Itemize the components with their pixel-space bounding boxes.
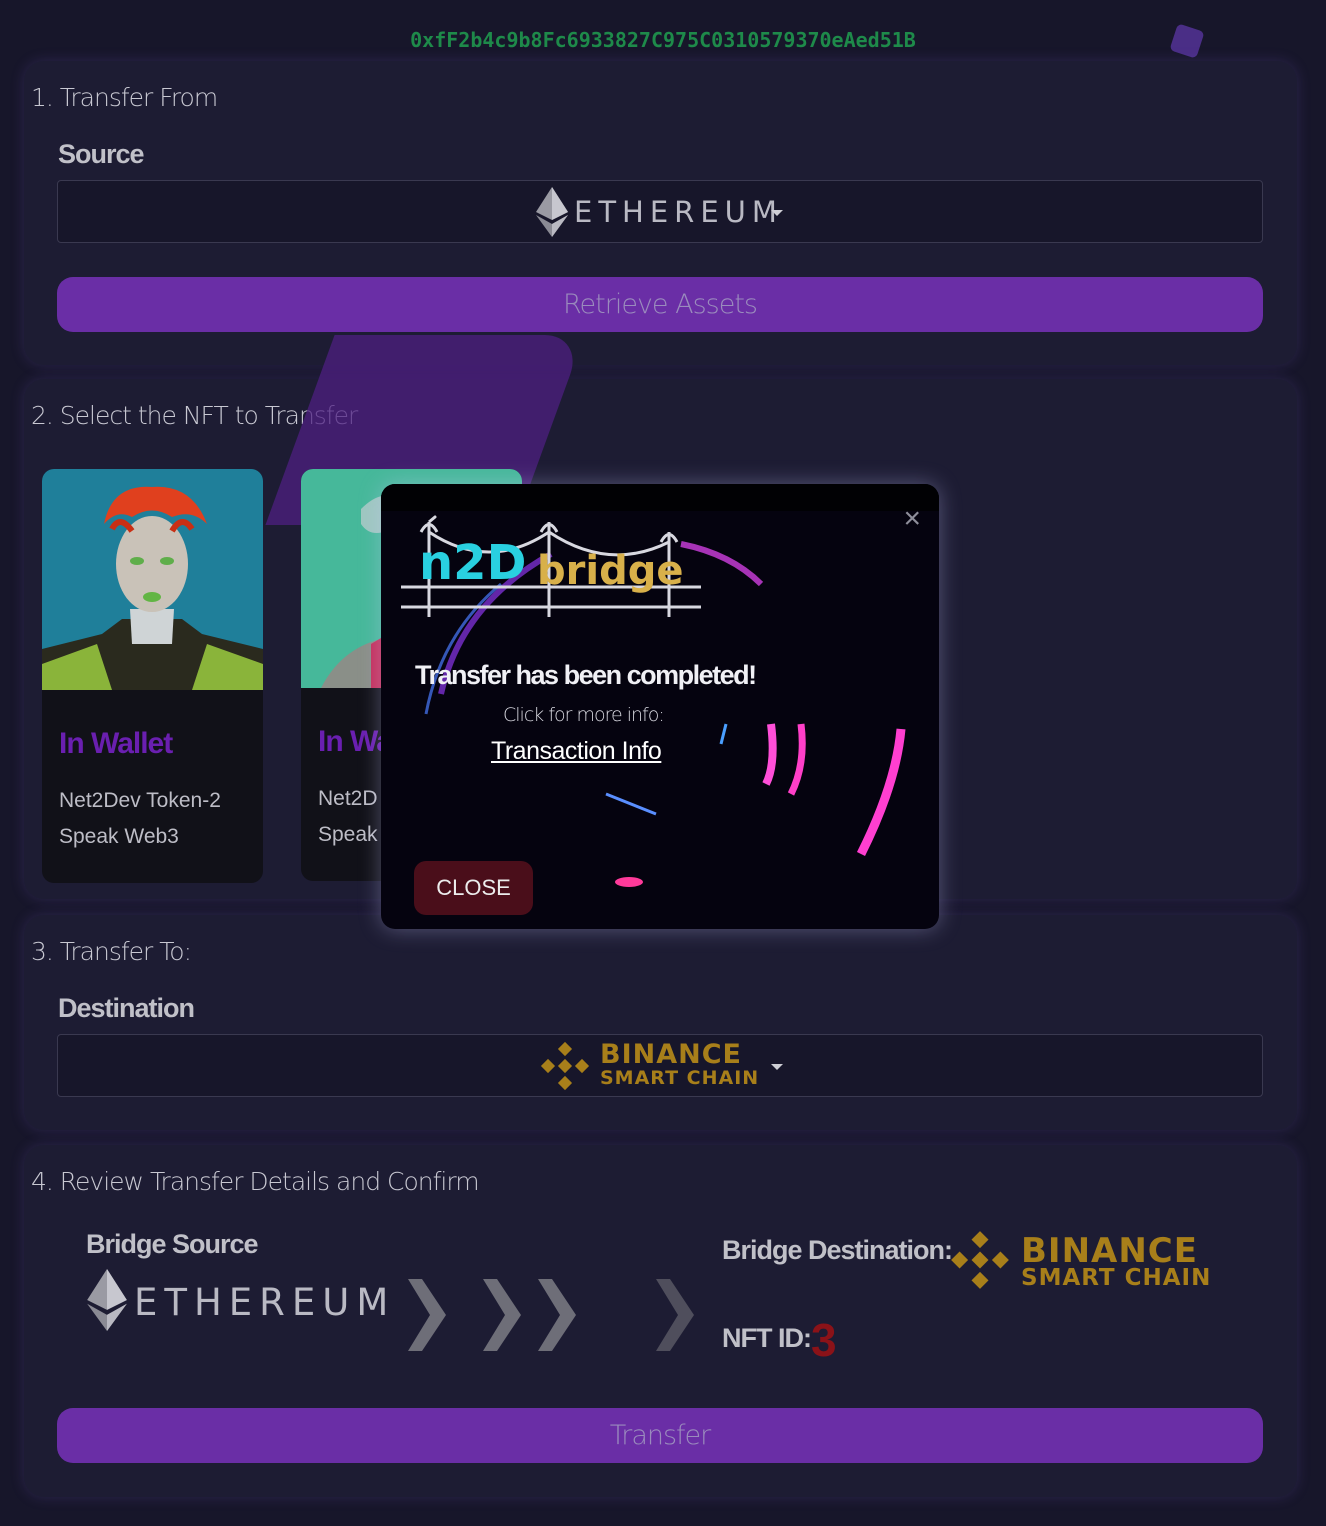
nft-name: Net2Dev Token-2 xyxy=(59,789,221,812)
review-panel: 4. Review Transfer Details and Confirm B… xyxy=(24,1145,1297,1497)
chevron-down-icon xyxy=(771,210,783,216)
bridge-destination-label: Bridge Destination: xyxy=(722,1235,953,1265)
retrieve-assets-button[interactable]: Retrieve Assets xyxy=(57,277,1263,332)
source-chain-name: ETHEREUM xyxy=(574,195,783,229)
binance-icon xyxy=(951,1231,1009,1289)
arrow-right-icon xyxy=(656,1279,694,1351)
close-icon[interactable]: × xyxy=(903,504,921,534)
transfer-button[interactable]: Transfer xyxy=(57,1408,1263,1463)
source-chain-select[interactable]: ETHEREUM xyxy=(57,180,1263,243)
modal-subtext: Click for more info: xyxy=(503,704,665,726)
nft-card[interactable]: In Wallet Net2Dev Token-2 Speak Web3 xyxy=(42,469,263,883)
chevron-down-icon xyxy=(771,1064,783,1070)
modal-message: Transfer has been completed! xyxy=(415,660,757,690)
n2dbridge-logo: n2D bridge xyxy=(401,515,701,617)
logo-text-n2d: n2D xyxy=(419,535,526,591)
destination-chain-name: BINANCE xyxy=(600,1039,742,1070)
nft-collection: Speak Web3 xyxy=(59,825,179,848)
nft-status: In Wallet xyxy=(59,727,173,760)
panel-title-transfer-to: 3. Transfer To: xyxy=(31,937,192,966)
panel-title-transfer-from: 1. Transfer From xyxy=(31,83,218,112)
destination-label: Destination xyxy=(58,993,195,1023)
transfer-from-panel: 1. Transfer From Source ETHEREUM Retriev… xyxy=(24,61,1297,365)
ethereum-icon xyxy=(87,1269,127,1331)
bridge-destination-chain-subtitle: SMART CHAIN xyxy=(1021,1265,1212,1291)
modal-close-button[interactable]: CLOSE xyxy=(414,861,533,915)
panel-title-review: 4. Review Transfer Details and Confirm xyxy=(31,1167,480,1196)
logo-text-bridge: bridge xyxy=(537,548,683,594)
binance-icon xyxy=(540,1041,590,1091)
wallet-address: 0xfF2b4c9b8Fc6933827C975C0310579370eAed5… xyxy=(410,28,916,52)
modal-top-bar xyxy=(381,484,939,511)
destination-chain-select[interactable]: BINANCE SMART CHAIN xyxy=(57,1034,1263,1097)
bridge-source-chain-name: ETHEREUM xyxy=(134,1281,396,1324)
source-label: Source xyxy=(58,139,145,169)
nft-id-value: 3 xyxy=(811,1314,837,1366)
transfer-to-panel: 3. Transfer To: Destination BINANCE SMAR… xyxy=(24,915,1297,1130)
bridge-destination-chain-name: BINANCE xyxy=(1021,1231,1198,1271)
arrow-right-icon xyxy=(538,1279,576,1351)
arrow-right-icon xyxy=(408,1279,446,1351)
nft-image xyxy=(42,469,263,690)
nft-id-label: NFT ID: xyxy=(722,1323,812,1353)
destination-chain-subtitle: SMART CHAIN xyxy=(600,1067,760,1089)
bridge-source-label: Bridge Source xyxy=(86,1229,259,1259)
nft-name: Net2D xyxy=(318,787,378,810)
ethereum-icon xyxy=(536,187,568,237)
transfer-complete-modal: × n2D bridge Transfer has been completed… xyxy=(381,484,939,929)
arrow-right-icon xyxy=(483,1279,521,1351)
transaction-info-link[interactable]: Transaction Info xyxy=(491,737,662,766)
